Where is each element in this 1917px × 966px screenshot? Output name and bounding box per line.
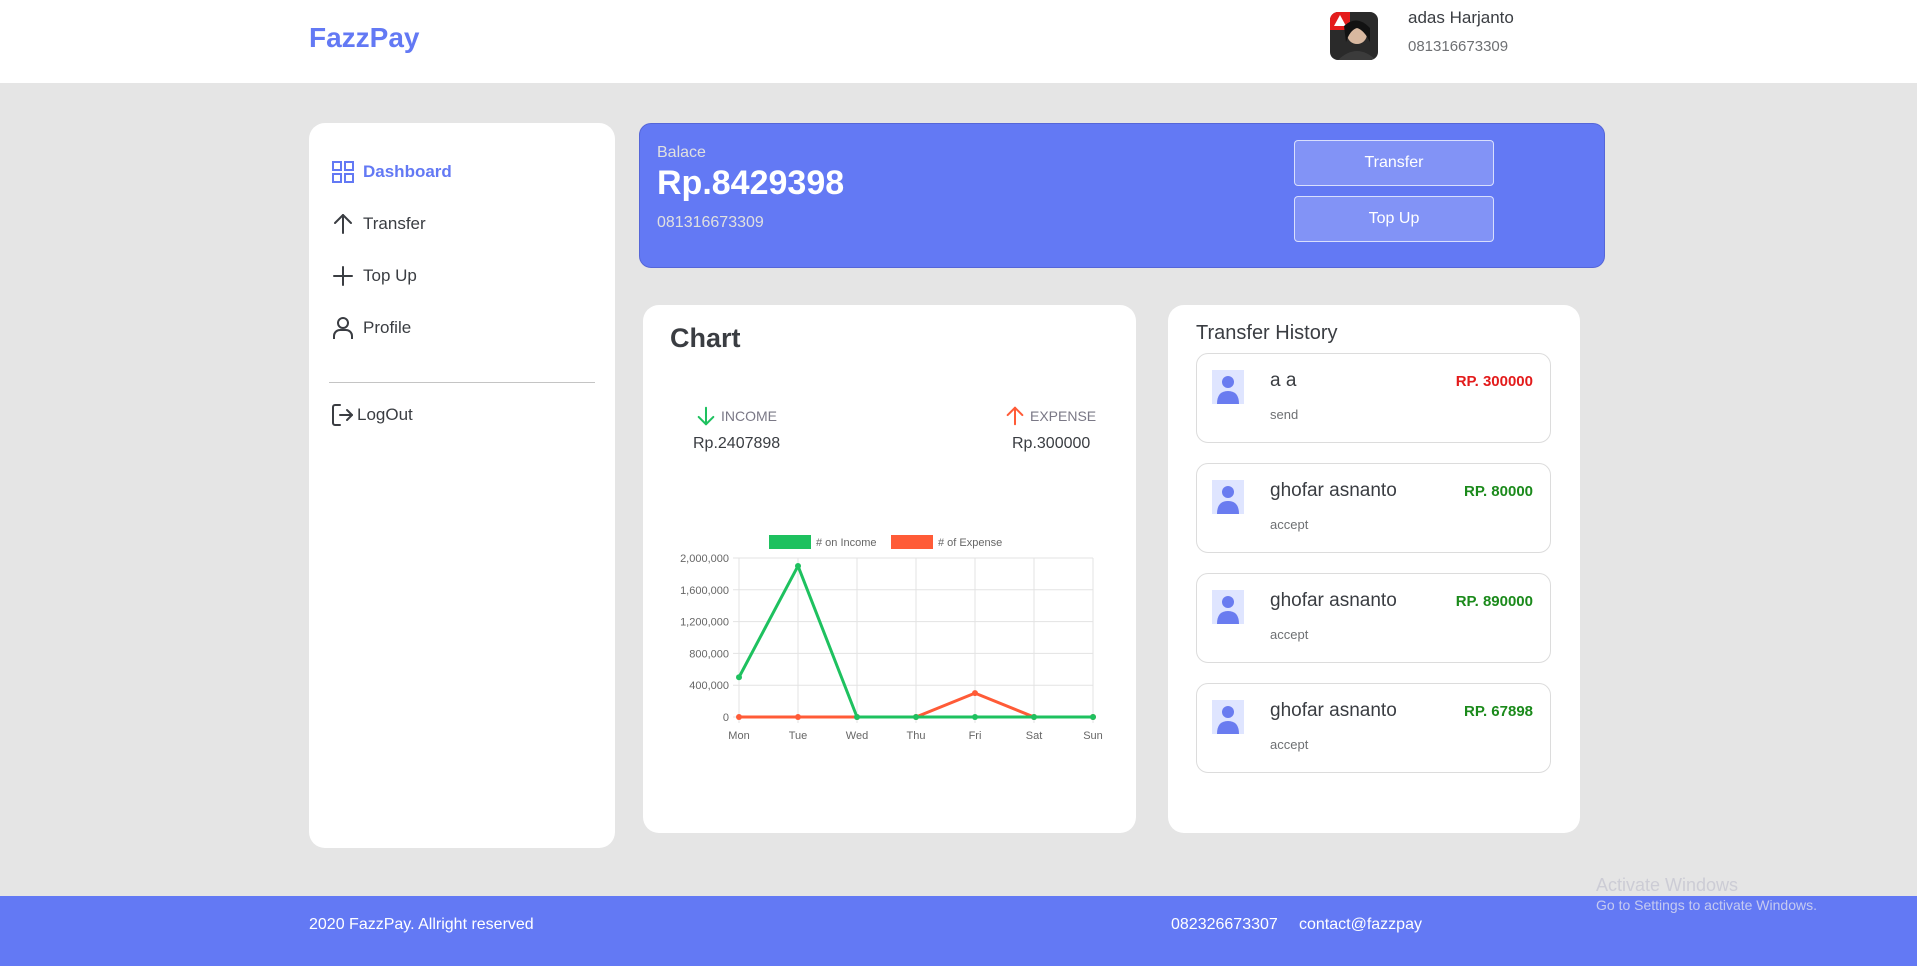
history-item[interactable]: a a send RP. 300000 xyxy=(1196,353,1551,443)
x-tick-label: Sun xyxy=(1083,730,1103,742)
balance-phone: 081316673309 xyxy=(657,214,764,231)
balance-amount: Rp.8429398 xyxy=(657,164,845,202)
arrow-up-icon xyxy=(334,214,352,234)
history-item[interactable]: ghofar asnanto accept RP. 67898 xyxy=(1196,683,1551,773)
history-status: accept xyxy=(1270,517,1309,532)
data-point xyxy=(795,562,801,569)
user-avatar-icon xyxy=(1212,590,1244,624)
sidebar-item-topup[interactable]: Top Up xyxy=(331,264,417,288)
expense-value: Rp.300000 xyxy=(1012,435,1091,452)
legend-label: # of Expense xyxy=(938,537,1002,549)
footer-email[interactable]: contact@fazzpay xyxy=(1299,916,1422,934)
user-phone: 081316673309 xyxy=(1408,38,1509,55)
history-status: accept xyxy=(1270,627,1309,642)
sidebar-divider xyxy=(329,382,595,383)
user-icon xyxy=(333,317,353,339)
line-chart: 0 400,000 800,000 1,200,000 1,600,000 2,000,0… xyxy=(680,535,1103,742)
expense-label: EXPENSE xyxy=(1030,408,1097,424)
y-tick-label: 1,200,000 xyxy=(680,617,729,629)
data-point xyxy=(736,674,742,681)
data-point xyxy=(736,714,742,720)
chart-card: Chart INCOME Rp.2407898 EXPENSE Rp.30000… xyxy=(643,305,1136,833)
x-tick-label: Tue xyxy=(789,730,808,742)
sidebar: Dashboard Transfer Top Up Profile LogOut xyxy=(309,123,615,848)
user-avatar-icon xyxy=(1212,370,1244,404)
transfer-button[interactable]: Transfer xyxy=(1294,140,1494,186)
history-name: ghofar asnanto xyxy=(1270,480,1397,501)
income-stat: INCOME xyxy=(695,405,777,427)
y-tick-label: 400,000 xyxy=(689,680,729,692)
topup-button[interactable]: Top Up xyxy=(1294,196,1494,242)
arrow-up-icon xyxy=(1006,406,1024,426)
history-amount: RP. 300000 xyxy=(1455,373,1533,390)
data-point xyxy=(1031,714,1037,720)
y-tick-label: 2,000,000 xyxy=(680,553,729,565)
sidebar-item-label: Transfer xyxy=(363,214,426,233)
windows-watermark: Activate Windows Go to Settings to activ… xyxy=(1596,875,1817,913)
data-point xyxy=(1090,714,1096,720)
data-point xyxy=(972,714,978,720)
y-tick-label: 1,600,000 xyxy=(680,585,729,597)
top-bar: FazzPay adas Harjanto 081316673309 xyxy=(0,0,1917,83)
user-avatar-icon xyxy=(1212,700,1244,734)
history-name: ghofar asnanto xyxy=(1270,700,1397,721)
income-label: INCOME xyxy=(721,408,777,424)
legend-swatch xyxy=(769,535,811,549)
sidebar-item-dashboard[interactable]: Dashboard xyxy=(331,160,452,184)
user-name: adas Harjanto xyxy=(1408,8,1514,27)
watermark-title: Activate Windows xyxy=(1596,875,1739,895)
expense-stat: EXPENSE xyxy=(1004,405,1096,427)
history-status: accept xyxy=(1270,737,1309,752)
logout-button[interactable]: LogOut xyxy=(331,403,413,427)
history-amount: RP. 67898 xyxy=(1464,703,1533,720)
data-point xyxy=(854,714,860,720)
user-avatar-icon xyxy=(1212,480,1244,514)
legend-label: # on Income xyxy=(816,537,877,549)
avatar[interactable] xyxy=(1330,12,1378,60)
x-tick-label: Mon xyxy=(728,730,749,742)
history-amount: RP. 890000 xyxy=(1455,593,1533,610)
x-tick-label: Fri xyxy=(969,730,982,742)
history-title: Transfer History xyxy=(1196,322,1338,344)
data-point xyxy=(913,714,919,720)
arrow-down-icon xyxy=(697,406,715,426)
sidebar-item-label: Top Up xyxy=(363,266,417,285)
history-item[interactable]: ghofar asnanto accept RP. 80000 xyxy=(1196,463,1551,553)
plus-icon xyxy=(333,266,353,286)
history-item[interactable]: ghofar asnanto accept RP. 890000 xyxy=(1196,573,1551,663)
balance-label: Balace xyxy=(657,144,706,161)
grid-icon xyxy=(332,161,354,183)
logout-icon xyxy=(332,404,353,426)
sidebar-item-profile[interactable]: Profile xyxy=(331,316,411,340)
y-tick-label: 0 xyxy=(723,712,729,724)
y-tick-label: 800,000 xyxy=(689,648,729,660)
balance-card: Balace Rp.8429398 081316673309 Transfer … xyxy=(639,123,1605,268)
x-tick-label: Thu xyxy=(907,730,926,742)
logout-label: LogOut xyxy=(357,405,413,424)
history-name: a a xyxy=(1270,370,1297,391)
footer-phone[interactable]: 082326673307 xyxy=(1171,916,1278,934)
history-name: ghofar asnanto xyxy=(1270,590,1397,611)
sidebar-item-label: Profile xyxy=(363,318,412,337)
transfer-history-card: Transfer History a a send RP. 300000 ghofar… xyxy=(1168,305,1580,833)
brand-logo[interactable]: FazzPay xyxy=(309,22,420,54)
x-tick-label: Wed xyxy=(846,730,868,742)
sidebar-item-label: Dashboard xyxy=(363,162,452,181)
footer-copyright: 2020 FazzPay. Allright reserved xyxy=(309,916,534,933)
data-point xyxy=(795,714,801,720)
legend-swatch xyxy=(891,535,933,549)
watermark-subtitle: Go to Settings to activate Windows. xyxy=(1596,897,1817,913)
x-tick-label: Sat xyxy=(1026,730,1043,742)
income-value: Rp.2407898 xyxy=(693,435,781,452)
history-amount: RP. 80000 xyxy=(1464,483,1533,500)
chart-title: Chart xyxy=(670,323,741,353)
sidebar-item-transfer[interactable]: Transfer xyxy=(331,212,426,236)
data-point xyxy=(972,690,978,697)
history-status: send xyxy=(1270,407,1299,422)
